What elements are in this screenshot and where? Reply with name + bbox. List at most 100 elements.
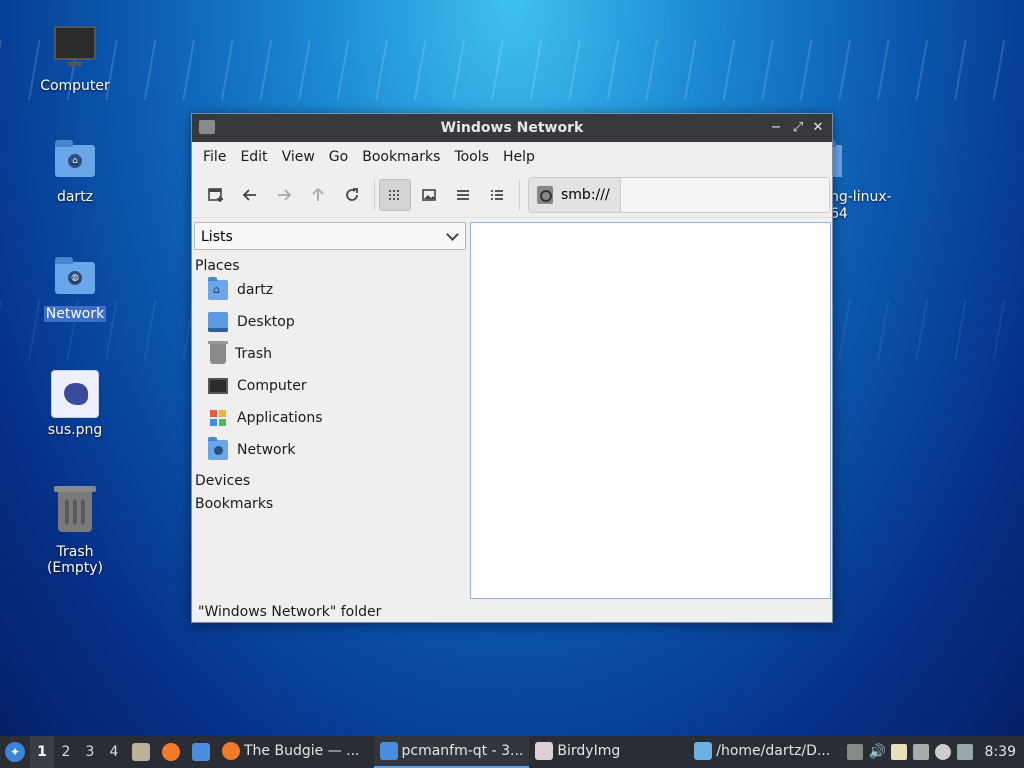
menu-bookmarks[interactable]: Bookmarks	[355, 149, 447, 165]
menu-tools[interactable]: Tools	[447, 149, 496, 165]
display-icon	[957, 744, 974, 760]
task-birdyimg[interactable]: BirdyImg	[529, 736, 626, 768]
tray-clipboard[interactable]	[888, 736, 910, 768]
toolbar: smb:///	[192, 172, 832, 218]
file-cabinet-icon	[132, 743, 150, 761]
start-menu-button[interactable]: ✦	[0, 736, 30, 768]
maximize-button[interactable]: ⤢	[788, 118, 808, 138]
desktop-icon-network[interactable]: ◍ Network	[25, 254, 125, 322]
network-folder-icon: ◍	[51, 254, 99, 302]
menu-go[interactable]: Go	[322, 149, 355, 165]
network-folder-icon	[208, 437, 228, 460]
places-header[interactable]: Places	[195, 258, 240, 274]
menu-file[interactable]: File	[196, 149, 233, 165]
folder-view[interactable]	[470, 222, 831, 599]
place-item-network[interactable]: Network	[208, 436, 295, 464]
place-item-trash[interactable]: Trash	[208, 340, 272, 368]
quicklaunch-folder[interactable]	[186, 736, 216, 768]
forward-arrow-icon[interactable]	[268, 179, 300, 211]
icon-view-icon[interactable]	[379, 178, 411, 211]
path-bar: smb:///	[528, 176, 830, 213]
clock[interactable]: 8:39	[977, 736, 1024, 768]
place-item-applications[interactable]: Applications	[208, 404, 323, 432]
task-firefox[interactable]: The Budgie — ...	[216, 736, 366, 768]
task-label: BirdyImg	[557, 743, 621, 759]
home-folder-icon: ⌂	[51, 137, 99, 185]
quicklaunch-file-manager[interactable]	[126, 736, 156, 768]
place-label: Trash	[235, 346, 272, 362]
place-item-home[interactable]: dartz	[208, 276, 273, 304]
desktop-icon-label: Trash (Empty)	[46, 544, 104, 576]
status-bar: "Windows Network" folder	[198, 604, 382, 620]
applications-icon	[208, 408, 228, 428]
menu-edit[interactable]: Edit	[233, 149, 274, 165]
tray-eject[interactable]	[844, 736, 866, 768]
new-tab-icon[interactable]	[200, 179, 232, 211]
picture-icon	[694, 742, 713, 760]
side-pane-mode-select[interactable]: Lists	[194, 222, 466, 250]
image-viewer-icon	[535, 742, 554, 760]
file-manager-window: Windows Network − ⤢ ✕ File Edit View Go …	[191, 113, 833, 623]
close-button[interactable]: ✕	[808, 118, 828, 138]
desktop-icon-label: Computer	[40, 78, 110, 94]
home-folder-icon	[208, 277, 228, 300]
side-pane: Lists Places dartz Desktop Trash Compute…	[192, 218, 468, 600]
tray-network[interactable]	[910, 736, 932, 768]
desktop-icon-computer[interactable]: Computer	[25, 20, 125, 94]
path-button-smb[interactable]: smb:///	[529, 177, 621, 212]
task-label: /home/dartz/D...	[716, 743, 831, 759]
menu-view[interactable]: View	[275, 149, 322, 165]
taskbar: ✦ 1 2 3 4 The Budgie — ... pcmanfm-qt - …	[0, 736, 1024, 768]
place-label: Computer	[237, 378, 307, 394]
workspace-4[interactable]: 4	[102, 736, 126, 768]
toolbar-separator	[374, 179, 375, 210]
notification-icon	[935, 744, 952, 760]
desktop-icon-label: Network	[43, 306, 107, 322]
folder-icon	[379, 742, 398, 760]
up-arrow-icon[interactable]	[302, 179, 334, 211]
start-logo-icon: ✦	[5, 742, 25, 762]
eject-icon	[847, 744, 864, 760]
title-bar[interactable]: Windows Network − ⤢ ✕	[192, 114, 832, 142]
computer-icon	[51, 26, 99, 74]
workspace-3[interactable]: 3	[78, 736, 102, 768]
bookmarks-header[interactable]: Bookmarks	[195, 496, 273, 512]
network-icon	[913, 744, 930, 760]
compact-view-icon[interactable]	[447, 179, 479, 211]
trash-icon	[208, 341, 228, 364]
path-bar-empty-area[interactable]	[620, 177, 829, 212]
place-item-desktop[interactable]: Desktop	[208, 308, 295, 336]
path-label: smb:///	[561, 186, 610, 203]
detailed-list-icon[interactable]	[481, 179, 513, 211]
tray-updates[interactable]	[932, 736, 954, 768]
minimize-button[interactable]: −	[766, 118, 786, 138]
workspace-1[interactable]: 1	[30, 736, 54, 768]
desktop-icon-home[interactable]: ⌂ dartz	[25, 137, 125, 205]
menu-help[interactable]: Help	[496, 149, 542, 165]
back-arrow-icon[interactable]	[234, 179, 266, 211]
wallpaper-wave	[0, 40, 1024, 100]
place-label: dartz	[237, 282, 274, 298]
tray-display[interactable]	[954, 736, 976, 768]
desktop-icon-sus-png[interactable]: sus.png	[25, 370, 125, 438]
quicklaunch-firefox[interactable]	[156, 736, 186, 768]
workspace-2[interactable]: 2	[54, 736, 78, 768]
place-item-computer[interactable]: Computer	[208, 372, 307, 400]
task-home-dartz[interactable]: /home/dartz/D...	[688, 736, 836, 768]
chevron-down-icon	[446, 228, 459, 241]
desktop-icon-label: sus.png	[47, 422, 103, 438]
menu-bar: File Edit View Go Bookmarks Tools Help	[192, 142, 832, 172]
devices-header[interactable]: Devices	[195, 473, 250, 489]
desktop-icon-label: dartz	[56, 189, 94, 205]
reload-icon[interactable]	[336, 179, 368, 211]
firefox-icon	[222, 742, 240, 760]
task-pcmanfm-qt[interactable]: pcmanfm-qt - 3...	[373, 736, 530, 768]
clipboard-icon	[891, 744, 908, 760]
desktop-icon-trash[interactable]: Trash (Empty)	[25, 486, 125, 576]
desktop-icon	[208, 312, 228, 332]
tray-volume[interactable]: 🔊	[866, 736, 888, 768]
window-title: Windows Network	[440, 120, 584, 136]
task-label: The Budgie — ...	[244, 743, 360, 759]
folder-icon	[192, 743, 210, 761]
thumbnail-view-icon[interactable]	[413, 179, 445, 211]
